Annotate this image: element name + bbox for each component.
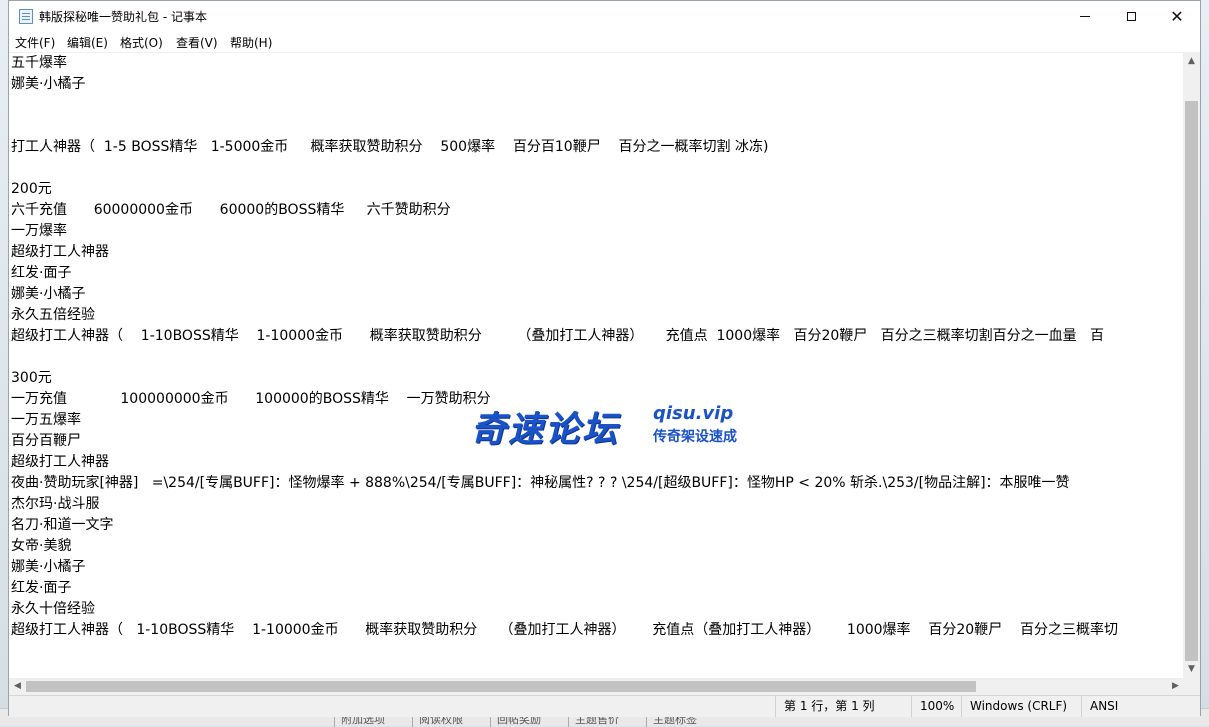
horizontal-scroll-thumb[interactable] [26,681,976,692]
text-line: 五千爆率 [11,55,67,71]
text-line: 娜美·小橘子 [11,76,86,92]
text-line: 永久十倍经验 [11,601,95,617]
watermark-url: qisu.vip [653,403,734,424]
text-line: 超级打工人神器 [11,244,109,260]
minimize-icon [1080,15,1090,17]
line-ending: Windows (CRLF) [961,696,1080,717]
scroll-up-icon[interactable]: ▲ [1183,53,1200,70]
menu-file[interactable]: 文件(F) [15,34,55,51]
text-line: 红发·面子 [11,265,72,281]
text-line: 名刀·和道一文字 [11,517,114,533]
text-line: 一万充值 100000000金币 100000的BOSS精华 一万赞助积分 [11,391,491,407]
close-button[interactable]: ✕ [1154,1,1200,32]
text-line: 六千充值 60000000金币 60000的BOSS精华 六千赞助积分 [11,202,451,218]
text-line: 超级打工人神器（ 1-10BOSS精华 1-10000金币 概率获取赞助积分 （… [11,328,1104,344]
close-icon: ✕ [1170,7,1184,26]
window-title: 韩版探秘唯一赞助礼包 - 记事本 [39,10,207,24]
status-bar: 第 1 行，第 1 列 100% Windows (CRLF) ANSI [9,695,1200,717]
zoom-level: 100% [911,696,960,717]
text-line: 一万五爆率 [11,412,81,428]
horizontal-scrollbar[interactable]: ◀ ▶ [9,678,1184,695]
watermark-subtitle: 传奇架设速成 [653,429,737,445]
scroll-down-icon[interactable]: ▼ [1183,661,1200,678]
text-line: 夜曲·赞助玩家[神器] =\254/[专属BUFF]：怪物爆率 + 888%\2… [11,475,1070,491]
text-line: 打工人神器（ 1-5 BOSS精华 1-5000金币 概率获取赞助积分 500爆… [11,139,769,155]
menu-bar: 文件(F) 编辑(E) 格式(O) 查看(V) 帮助(H) [9,32,1200,53]
text-line: 娜美·小橘子 [11,559,86,575]
text-line: 红发·面子 [11,580,72,596]
maximize-button[interactable] [1108,1,1154,32]
cursor-position: 第 1 行，第 1 列 [775,696,904,717]
scrollbar-corner [1183,678,1200,695]
text-line: 永久五倍经验 [11,307,95,323]
forum-watermark-logo: 奇速论坛 qisu.vip 传奇架设速成 [471,401,761,450]
text-line: 200元 [11,181,52,197]
title-bar[interactable]: 韩版探秘唯一赞助礼包 - 记事本 ✕ [9,1,1200,32]
text-line: 超级打工人神器（ 1-10BOSS精华 1-10000金币 概率获取赞助积分 （… [11,622,1118,638]
encoding: ANSI [1081,696,1170,717]
maximize-icon [1126,11,1136,21]
notepad-window: 韩版探秘唯一赞助礼包 - 记事本 ✕ 文件(F) 编辑(E) 格式(O) 查看(… [8,0,1201,717]
text-editor[interactable]: 五千爆率 娜美·小橘子 打工人神器（ 1-5 BOSS精华 1-5000金币 概… [9,53,1184,678]
text-line: 超级打工人神器 [11,454,109,470]
scroll-left-icon[interactable]: ◀ [9,678,26,695]
minimize-button[interactable] [1062,1,1108,32]
text-line: 杰尔玛·战斗服 [11,496,100,512]
vertical-scroll-thumb[interactable] [1185,101,1198,661]
menu-view[interactable]: 查看(V) [176,34,218,51]
text-line: 一万爆率 [11,223,67,239]
notepad-icon [19,9,33,24]
text-line: 300元 [11,370,52,386]
scroll-right-icon[interactable]: ▶ [1167,678,1184,695]
menu-edit[interactable]: 编辑(E) [67,34,108,51]
text-line: 女帝·美貌 [11,538,72,554]
watermark-title: 奇速论坛 [471,410,620,450]
menu-help[interactable]: 帮助(H) [230,34,272,51]
text-line: 娜美·小橘子 [11,286,86,302]
vertical-scrollbar[interactable]: ▲ ▼ [1183,53,1200,678]
menu-format[interactable]: 格式(O) [120,34,163,51]
text-line: 百分百鞭尸 [11,433,81,449]
